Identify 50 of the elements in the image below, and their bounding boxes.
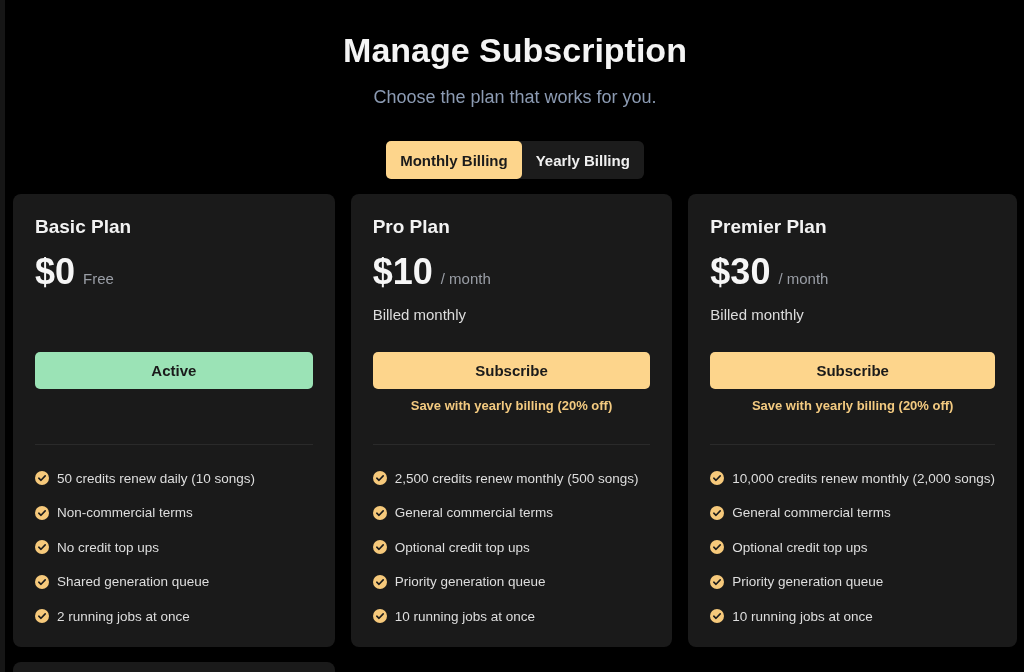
active-button[interactable]: Active bbox=[35, 352, 313, 389]
plan-name: Basic Plan bbox=[35, 215, 133, 239]
check-circle-icon bbox=[710, 540, 725, 555]
feature-text: Non-commercial terms bbox=[57, 505, 193, 521]
check-circle-icon bbox=[710, 574, 725, 589]
feature-text: 2,500 credits renew monthly (500 songs) bbox=[394, 470, 639, 486]
page-subtitle: Choose the plan that works for you. bbox=[373, 86, 657, 109]
check-circle-icon bbox=[372, 471, 387, 486]
subscribe-button[interactable]: Subscribe bbox=[372, 352, 651, 389]
check-circle-icon bbox=[35, 609, 49, 624]
feature-text: Shared generation queue bbox=[57, 574, 210, 590]
check-circle-icon bbox=[710, 471, 725, 486]
feature-text: 10,000 credits renew monthly (2,000 songs) bbox=[732, 470, 995, 486]
feature-text: 2 running jobs at once bbox=[57, 608, 190, 624]
billing-tab[interactable]: Monthly Billing bbox=[386, 141, 522, 179]
price-period: / month bbox=[778, 270, 829, 287]
price-period: Free bbox=[83, 270, 114, 287]
check-circle-icon bbox=[372, 540, 387, 555]
plan-price: $10 bbox=[372, 251, 433, 293]
billing-tab[interactable]: Yearly Billing bbox=[521, 141, 644, 179]
feature-text: General commercial terms bbox=[394, 505, 553, 521]
feature-text: General commercial terms bbox=[732, 505, 891, 521]
savings-note: Save with yearly billing (20% off) bbox=[751, 397, 954, 415]
feature-text: Optional credit top ups bbox=[732, 539, 868, 555]
billing-note: Billed monthly bbox=[372, 305, 467, 325]
check-circle-icon bbox=[35, 505, 49, 520]
plan-price: $30 bbox=[710, 251, 771, 293]
check-circle-icon bbox=[35, 574, 49, 589]
check-circle-icon bbox=[710, 505, 725, 520]
plan-price: $0 bbox=[35, 251, 76, 293]
feature-text: 50 credits renew daily (10 songs) bbox=[57, 470, 256, 486]
page-title: Manage Subscription bbox=[343, 30, 687, 70]
savings-note: Save with yearly billing (20% off) bbox=[410, 397, 613, 415]
check-circle-icon bbox=[710, 609, 725, 624]
feature-text: Priority generation queue bbox=[732, 574, 884, 590]
check-circle-icon bbox=[35, 471, 49, 486]
subscribe-button[interactable]: Subscribe bbox=[710, 352, 995, 389]
feature-text: Optional credit top ups bbox=[394, 539, 530, 555]
price-period: / month bbox=[440, 270, 491, 287]
check-circle-icon bbox=[372, 609, 387, 624]
check-circle-icon bbox=[372, 574, 387, 589]
plan-name: Premier Plan bbox=[710, 215, 828, 239]
billing-note: Billed monthly bbox=[710, 305, 804, 325]
feature-text: Priority generation queue bbox=[394, 574, 546, 590]
plan-name: Pro Plan bbox=[372, 215, 451, 239]
feature-text: No credit top ups bbox=[57, 539, 160, 555]
feature-text: 10 running jobs at once bbox=[732, 608, 873, 624]
check-circle-icon bbox=[372, 505, 387, 520]
feature-text: 10 running jobs at once bbox=[394, 608, 536, 624]
check-circle-icon bbox=[35, 540, 49, 555]
